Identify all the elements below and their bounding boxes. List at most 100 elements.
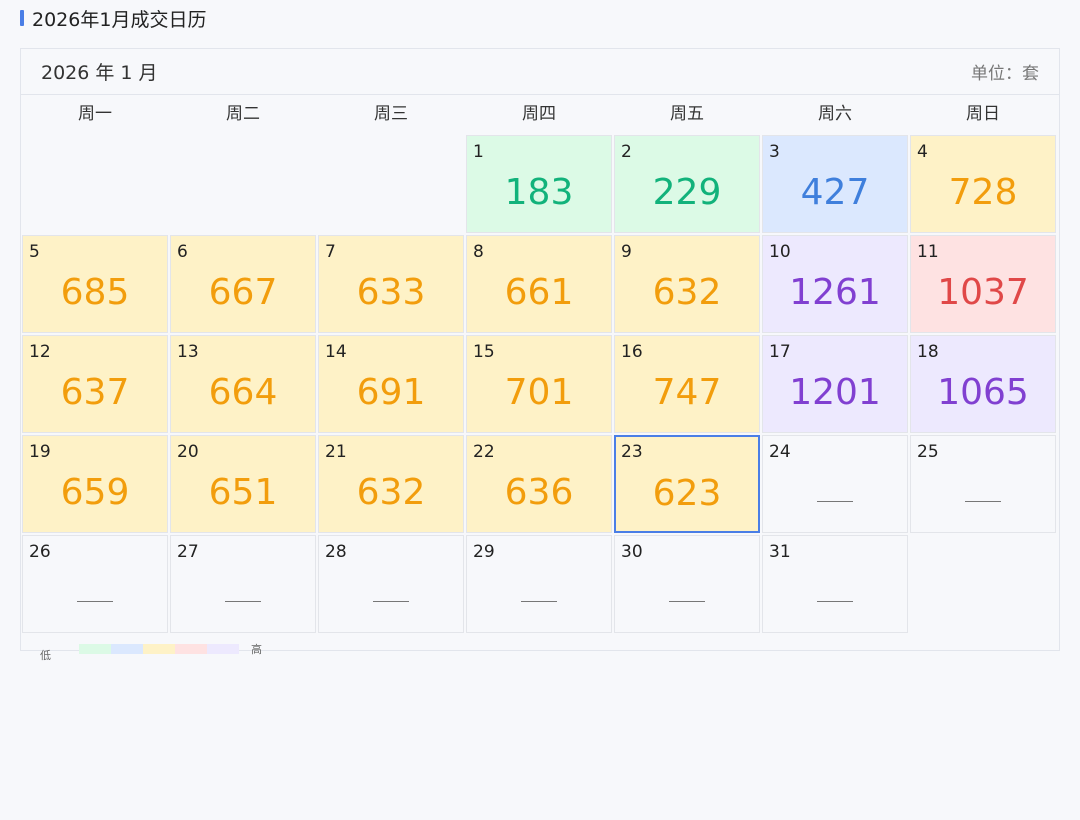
calendar-blank-cell: [22, 135, 168, 233]
calendar-header: 2026 年 1 月 单位：套: [21, 49, 1059, 95]
calendar-day-22[interactable]: 22 636: [466, 435, 612, 533]
calendar-day-26[interactable]: 26: [22, 535, 168, 633]
deal-count: 661: [504, 272, 574, 313]
deal-count: 1037: [937, 272, 1029, 313]
deal-count: 691: [356, 372, 426, 413]
calendar-day-18[interactable]: 18 1065: [910, 335, 1056, 433]
calendar-day-29[interactable]: 29: [466, 535, 612, 633]
deal-count: 651: [208, 472, 278, 513]
deal-count: 637: [60, 372, 130, 413]
calendar-day-4[interactable]: 4 728: [910, 135, 1056, 233]
day-number: 31: [769, 542, 791, 562]
no-data-dash: [77, 601, 113, 602]
day-number: 6: [177, 242, 188, 262]
day-number: 18: [917, 342, 939, 362]
day-number: 24: [769, 442, 791, 462]
deal-count: 728: [948, 172, 1018, 213]
calendar-day-3[interactable]: 3 427: [762, 135, 908, 233]
calendar-day-25[interactable]: 25: [910, 435, 1056, 533]
weekday-sun: 周日: [966, 104, 1000, 124]
calendar-blank-cell: [318, 135, 464, 233]
calendar-day-7[interactable]: 7 633: [318, 235, 464, 333]
calendar-day-20[interactable]: 20 651: [170, 435, 316, 533]
day-number: 15: [473, 342, 495, 362]
day-number: 14: [325, 342, 347, 362]
calendar-day-15[interactable]: 15 701: [466, 335, 612, 433]
day-number: 19: [29, 442, 51, 462]
unit-label: 单位：套: [971, 64, 1039, 84]
deal-count: 667: [208, 272, 278, 313]
deal-count: 747: [652, 372, 722, 413]
title-accent-bar: [20, 10, 24, 26]
calendar-day-30[interactable]: 30: [614, 535, 760, 633]
deal-count: 685: [60, 272, 130, 313]
legend-swatch-blue: [111, 644, 143, 654]
day-number: 2: [621, 142, 632, 162]
legend-swatches: [79, 644, 239, 654]
page-header: 2026年1月成交日历: [20, 6, 207, 31]
weekday-thu: 周四: [522, 104, 556, 124]
legend-swatch-purple: [207, 644, 239, 654]
calendar-grid: 1 183 2 229 3 427 4 728 5 685 6 667 7 633 8 661 9 632 10 12…: [22, 135, 1059, 633]
legend-high-label: 高: [251, 643, 262, 656]
calendar-day-21[interactable]: 21 632: [318, 435, 464, 533]
calendar-day-12[interactable]: 12 637: [22, 335, 168, 433]
calendar-day-10[interactable]: 10 1261: [762, 235, 908, 333]
day-number: 26: [29, 542, 51, 562]
calendar-day-17[interactable]: 17 1201: [762, 335, 908, 433]
deal-count: 427: [800, 172, 870, 213]
deal-count: 659: [60, 472, 130, 513]
calendar-day-16[interactable]: 16 747: [614, 335, 760, 433]
no-data-dash: [521, 601, 557, 602]
calendar-day-1[interactable]: 1 183: [466, 135, 612, 233]
calendar-day-23[interactable]: 23 623: [614, 435, 760, 533]
day-number: 20: [177, 442, 199, 462]
legend-swatch-red: [175, 644, 207, 654]
calendar-day-9[interactable]: 9 632: [614, 235, 760, 333]
deal-count: 701: [504, 372, 574, 413]
no-data-dash: [373, 601, 409, 602]
calendar-day-8[interactable]: 8 661: [466, 235, 612, 333]
calendar-day-27[interactable]: 27: [170, 535, 316, 633]
day-number: 1: [473, 142, 484, 162]
calendar-day-5[interactable]: 5 685: [22, 235, 168, 333]
calendar-day-31[interactable]: 31: [762, 535, 908, 633]
weekday-mon: 周一: [78, 104, 112, 124]
weekday-sat: 周六: [818, 104, 852, 124]
day-number: 10: [769, 242, 791, 262]
day-number: 3: [769, 142, 780, 162]
day-number: 28: [325, 542, 347, 562]
deal-count: 632: [356, 472, 426, 513]
day-number: 25: [917, 442, 939, 462]
calendar-day-2[interactable]: 2 229: [614, 135, 760, 233]
deal-count: 1201: [789, 372, 881, 413]
day-number: 5: [29, 242, 40, 262]
deal-count: 623: [652, 473, 722, 514]
calendar-day-14[interactable]: 14 691: [318, 335, 464, 433]
calendar-day-13[interactable]: 13 664: [170, 335, 316, 433]
calendar-day-28[interactable]: 28: [318, 535, 464, 633]
calendar-day-24[interactable]: 24: [762, 435, 908, 533]
deal-count: 229: [652, 172, 722, 213]
month-label: 2026 年 1 月: [41, 62, 158, 84]
deal-count: 632: [652, 272, 722, 313]
day-number: 7: [325, 242, 336, 262]
calendar-day-11[interactable]: 11 1037: [910, 235, 1056, 333]
legend-swatch-green: [79, 644, 111, 654]
no-data-dash: [817, 501, 853, 502]
legend-low-label: 低: [40, 649, 51, 662]
legend-swatch-yellow: [143, 644, 175, 654]
calendar-day-6[interactable]: 6 667: [170, 235, 316, 333]
calendar-blank-cell: [170, 135, 316, 233]
no-data-dash: [817, 601, 853, 602]
no-data-dash: [965, 501, 1001, 502]
day-number: 22: [473, 442, 495, 462]
day-number: 21: [325, 442, 347, 462]
page-title: 2026年1月成交日历: [32, 8, 207, 31]
deal-count: 664: [208, 372, 278, 413]
day-number: 11: [917, 242, 939, 262]
day-number: 27: [177, 542, 199, 562]
weekday-fri: 周五: [670, 104, 704, 124]
weekday-wed: 周三: [374, 104, 408, 124]
calendar-day-19[interactable]: 19 659: [22, 435, 168, 533]
